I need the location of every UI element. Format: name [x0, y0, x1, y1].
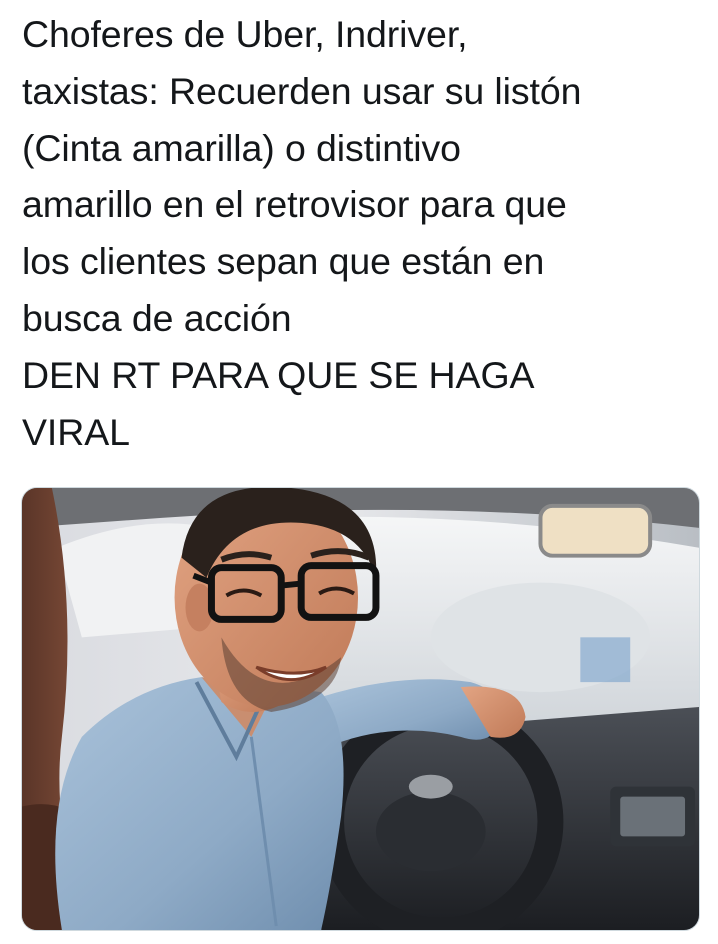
tweet-text-line: taxistas: Recuerden usar su listón — [22, 69, 582, 112]
driver-photo — [22, 488, 699, 930]
tweet-media-photo[interactable] — [21, 487, 700, 931]
tweet-text-line: los clientes sepan que están en — [22, 240, 545, 283]
tweet-text: Choferes de Uber, Indriver, taxistas: Re… — [22, 6, 702, 460]
tweet-text-line: VIRAL — [22, 410, 130, 453]
tweet-text-line: Choferes de Uber, Indriver, — [22, 13, 468, 55]
tweet-text-line: amarillo en el retrovisor para que — [22, 183, 567, 226]
tweet-text-line: busca de acción — [22, 296, 292, 339]
tweet: Choferes de Uber, Indriver, taxistas: Re… — [0, 0, 718, 944]
tweet-text-line: (Cinta amarilla) o distintivo — [22, 126, 461, 169]
tweet-text-line: DEN RT PARA QUE SE HAGA — [22, 353, 535, 396]
